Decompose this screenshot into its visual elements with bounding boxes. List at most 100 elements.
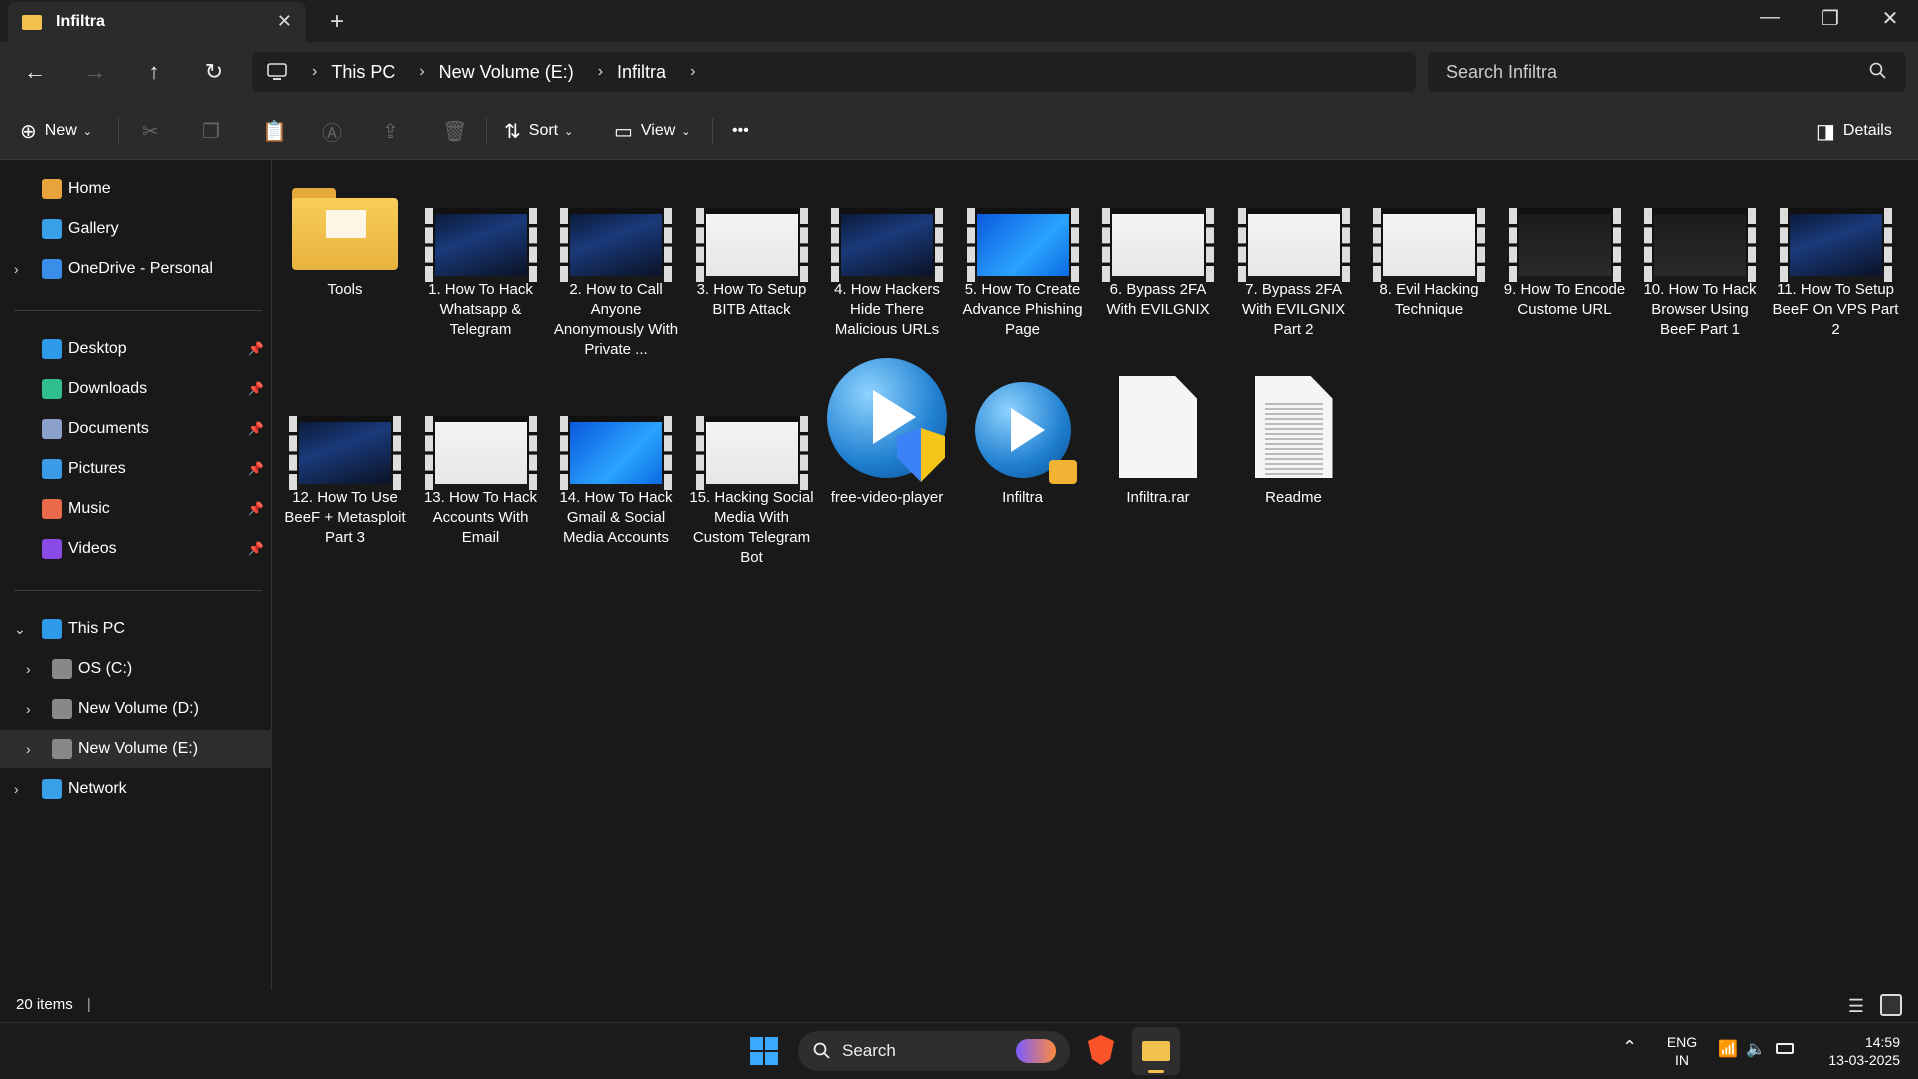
file-name: 4. How Hackers Hide There Malicious URLs: [834, 281, 940, 338]
sidebar-item-music[interactable]: Music 📌: [0, 490, 272, 528]
copy-button[interactable]: ❐: [202, 116, 228, 146]
sidebar-item-this-pc[interactable]: ⌄ This PC: [0, 610, 272, 648]
sidebar-item-videos[interactable]: Videos 📌: [0, 530, 272, 568]
forward-button[interactable]: →: [78, 56, 112, 90]
restore-button[interactable]: ❐: [1810, 6, 1850, 31]
file-item[interactable]: 12. How To Use BeeF + Metasploit Part 3: [282, 388, 408, 548]
film-strip: [424, 208, 537, 282]
file-item[interactable]: 2. How to Call Anyone Anonymously With P…: [553, 180, 679, 360]
text-line: [1264, 458, 1323, 460]
sidebar-item-onedrive[interactable]: › OneDrive - Personal: [0, 250, 272, 288]
delete-button[interactable]: 🗑: [442, 116, 475, 146]
sidebar-item-documents[interactable]: Documents 📌: [0, 410, 272, 448]
volume-icon[interactable]: 🔈: [1746, 1039, 1766, 1059]
file-page: [1119, 376, 1197, 478]
search-input[interactable]: Search Infiltra: [1428, 52, 1906, 92]
file-item[interactable]: 15. Hacking Social Media With Custom Tel…: [689, 388, 815, 568]
file-item[interactable]: 3. How To Setup BITB Attack: [689, 180, 815, 320]
file-item[interactable]: 5. How To Create Advance Phishing Page: [960, 180, 1086, 340]
item-count: 20 items: [16, 996, 73, 1013]
wifi-icon[interactable]: 📶: [1718, 1039, 1738, 1059]
sort-button[interactable]: ⇅ Sort ⌄: [504, 116, 573, 146]
file-item[interactable]: 4. How Hackers Hide There Malicious URLs: [824, 180, 950, 340]
text-line: [1264, 443, 1323, 445]
file-item[interactable]: Infiltra.rar: [1095, 376, 1221, 508]
battery-icon[interactable]: [1776, 1043, 1794, 1054]
file-name: 13. How To Hack Accounts With Email: [423, 489, 538, 546]
chevron-right-icon[interactable]: ›: [26, 701, 31, 717]
minimize-button[interactable]: —: [1750, 6, 1790, 29]
file-item[interactable]: 13. How To Hack Accounts With Email: [418, 388, 544, 548]
clock[interactable]: 14:59 13-03-2025: [1810, 1033, 1900, 1069]
large-icons-view-button[interactable]: [1880, 994, 1902, 1016]
chevron-right-icon[interactable]: ›: [14, 261, 19, 277]
plus-circle-icon: ⊕: [20, 120, 37, 143]
breadcrumb-new-volume-e[interactable]: New Volume (E:): [439, 62, 574, 83]
sidebar-item-desktop[interactable]: Desktop 📌: [0, 330, 272, 368]
file-item[interactable]: 10. How To Hack Browser Using BeeF Part …: [1637, 180, 1763, 340]
language-indicator[interactable]: ENG IN: [1664, 1033, 1700, 1069]
details-view-button[interactable]: ☰: [1848, 996, 1864, 1017]
start-button[interactable]: [750, 1037, 778, 1065]
file-item[interactable]: Infiltra: [960, 382, 1086, 508]
close-tab-button[interactable]: ✕: [277, 11, 292, 32]
active-indicator: [1148, 1070, 1164, 1073]
breadcrumb-infiltra[interactable]: Infiltra: [617, 62, 666, 83]
file-item[interactable]: 9. How To Encode Custome URL: [1502, 180, 1628, 320]
video-frame: [424, 416, 537, 490]
file-item[interactable]: 14. How To Hack Gmail & Social Media Acc…: [553, 388, 679, 548]
sidebar-item-drive-c[interactable]: › OS (C:): [0, 650, 272, 688]
video-frame: [966, 208, 1079, 282]
text-line: [1264, 448, 1323, 450]
cut-button[interactable]: ✂: [142, 116, 167, 146]
refresh-button[interactable]: ↻: [197, 56, 231, 90]
chevron-right-icon[interactable]: ›: [14, 781, 19, 797]
file-item[interactable]: Readme: [1231, 376, 1357, 508]
new-tab-button[interactable]: +: [330, 8, 344, 36]
tab-infiltra[interactable]: Infiltra ✕: [8, 2, 306, 42]
back-button[interactable]: ←: [18, 56, 52, 90]
show-hidden-icons-button[interactable]: ⌃: [1622, 1037, 1637, 1058]
sidebar-item-gallery[interactable]: Gallery: [0, 210, 272, 248]
file-item[interactable]: 8. Evil Hacking Technique: [1366, 180, 1492, 320]
breadcrumb-this-pc[interactable]: This PC: [331, 62, 395, 83]
details-button[interactable]: ◨ Details: [1816, 116, 1892, 146]
file-item[interactable]: free-video-player: [824, 358, 950, 508]
file-explorer-taskbar-button[interactable]: [1132, 1027, 1180, 1075]
computer-icon: [267, 63, 287, 80]
taskbar-search[interactable]: Search: [798, 1031, 1070, 1071]
video-frame: [1102, 208, 1214, 282]
video-thumbnail-icon: [1502, 180, 1628, 282]
video-thumbnail-icon: [282, 388, 408, 490]
chevron-right-icon[interactable]: ›: [26, 661, 31, 677]
file-item[interactable]: 1. How To Hack Whatsapp & Telegram: [418, 180, 544, 340]
sidebar-item-downloads[interactable]: Downloads 📌: [0, 370, 272, 408]
sidebar-item-pictures[interactable]: Pictures 📌: [0, 450, 272, 488]
file-item[interactable]: Tools: [282, 180, 408, 300]
file-item[interactable]: 11. How To Setup BeeF On VPS Part 2: [1773, 180, 1899, 340]
file-item[interactable]: 7. Bypass 2FA With EVILGNIX Part 2: [1231, 180, 1357, 340]
brave-browser-icon[interactable]: [1088, 1035, 1114, 1065]
up-button[interactable]: ↑: [137, 56, 171, 90]
search-icon: [813, 1042, 830, 1059]
address-bar[interactable]: › This PC › New Volume (E:) › Infiltra ›: [252, 52, 1416, 92]
file-item[interactable]: 6. Bypass 2FA With EVILGNIX: [1095, 180, 1221, 320]
status-divider: |: [86, 996, 91, 1013]
rename-button[interactable]: Ⓐ: [322, 116, 350, 146]
sidebar-item-network[interactable]: › Network: [0, 770, 272, 808]
chevron-right-icon[interactable]: ›: [690, 63, 695, 81]
chevron-down-icon[interactable]: ⌄: [14, 621, 26, 638]
close-window-button[interactable]: ✕: [1870, 6, 1910, 31]
new-button[interactable]: ⊕ New ⌄: [20, 116, 92, 146]
sidebar-item-drive-e[interactable]: › New Volume (E:): [0, 730, 272, 768]
chevron-right-icon[interactable]: ›: [26, 741, 31, 757]
sidebar-item-home[interactable]: Home: [0, 170, 272, 208]
view-button[interactable]: ▭ View ⌄: [614, 116, 691, 146]
more-options-button[interactable]: •••: [732, 116, 749, 146]
player-body: [827, 358, 947, 482]
paste-button[interactable]: 📋: [262, 116, 295, 146]
sidebar-item-label: Videos: [68, 540, 117, 557]
share-button[interactable]: ⇪: [382, 116, 407, 146]
sidebar-item-drive-d[interactable]: › New Volume (D:): [0, 690, 272, 728]
download-icon: [42, 379, 62, 399]
